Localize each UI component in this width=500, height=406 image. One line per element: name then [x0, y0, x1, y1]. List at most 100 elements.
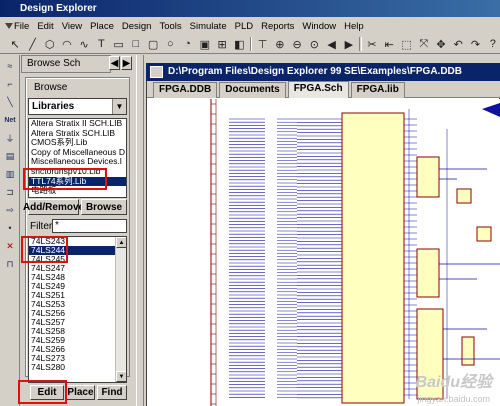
ic-symbol	[461, 336, 475, 366]
highlight-component-box	[21, 236, 68, 263]
line-icon[interactable]: ╱	[25, 37, 39, 52]
menu-view[interactable]: View	[62, 21, 82, 32]
document-tabs: FPGA.DDB Documents FPGA.Sch FPGA.lib	[147, 81, 500, 98]
port-icon[interactable]: ⇨	[3, 203, 17, 217]
paste-icon[interactable]: ⇤	[382, 37, 396, 52]
filter-input[interactable]: *	[52, 219, 127, 233]
junction-icon[interactable]: •	[3, 221, 17, 235]
library-item[interactable]: Copy of Miscellaneous D	[29, 148, 126, 158]
left-tool-strip: ≈ ⌐ ╲ Net ⏚ ▤ ▥ ⊐ ⇨ • ✕ ⊓	[0, 55, 20, 406]
menu-window[interactable]: Window	[302, 21, 336, 32]
polygon-icon[interactable]: ⬡	[43, 37, 57, 52]
pie-icon[interactable]: ◔	[181, 37, 195, 52]
library-item[interactable]: Miscellaneous Devices.l	[29, 157, 126, 167]
panel-prev-icon[interactable]: ◀	[109, 56, 120, 70]
no-erc-icon[interactable]: ✕	[3, 239, 17, 253]
menu-pld[interactable]: PLD	[235, 21, 253, 32]
panel-tab-browse-sch[interactable]: Browse Sch	[21, 55, 111, 73]
menu-design[interactable]: Design	[122, 21, 152, 32]
text-icon[interactable]: T	[94, 37, 108, 52]
browse-group-label: Browse	[32, 82, 70, 93]
add-remove-button[interactable]: Add/Remove	[23, 199, 84, 215]
pcb-layout-icon[interactable]: ⊓	[3, 257, 17, 271]
highlight-library-box	[23, 168, 107, 190]
menu-reports[interactable]: Reports	[261, 21, 294, 32]
menu-bar: File Edit View Place Design Tools Simula…	[0, 17, 500, 35]
arc-icon[interactable]: ◠	[60, 37, 74, 52]
select-arrow-icon[interactable]: ↖	[8, 37, 22, 52]
component-item[interactable]: 74LS280	[29, 363, 126, 372]
menu-simulate[interactable]: Simulate	[190, 21, 227, 32]
menu-edit[interactable]: Edit	[37, 21, 53, 32]
menu-file[interactable]: File	[14, 21, 29, 32]
app-title: Design Explorer	[0, 0, 500, 17]
browse-button[interactable]: Browse	[81, 199, 127, 215]
left-bus-wires	[229, 118, 297, 398]
panel-next-icon[interactable]: ▶	[121, 56, 132, 70]
sheet-border-ticks	[211, 103, 216, 405]
watermark-url: jingyan.baidu.com	[417, 394, 490, 404]
port-symbol	[482, 103, 500, 117]
scroll-up-icon[interactable]: ▲	[116, 237, 126, 248]
power-port-icon[interactable]: ⏚	[3, 131, 17, 145]
zoom-out-icon[interactable]: ⊖	[290, 37, 304, 52]
sheet-entry-icon[interactable]: ⊐	[3, 185, 17, 199]
bus-entry-icon[interactable]: ╲	[3, 95, 17, 109]
highlight-edit-box	[18, 380, 67, 404]
library-item[interactable]: CMOS系列.Lib	[29, 138, 126, 148]
fpga-chip-symbol	[341, 112, 405, 404]
undo-icon[interactable]: ↶	[451, 37, 465, 52]
textframe-icon[interactable]: ▭	[112, 37, 126, 52]
image-icon[interactable]: ▣	[198, 37, 212, 52]
browse-type-select[interactable]: Libraries ▼	[28, 98, 127, 115]
round-rect-icon[interactable]: ▢	[146, 37, 160, 52]
watermark-logo: Baidu经验	[415, 374, 492, 391]
component-next-icon[interactable]: ▶	[342, 37, 356, 52]
scroll-down-icon[interactable]: ▼	[116, 371, 126, 382]
tab-fpga-lib[interactable]: FPGA.lib	[350, 82, 405, 98]
menu-help[interactable]: Help	[344, 21, 364, 32]
component-prev-icon[interactable]: ◀	[324, 37, 338, 52]
schematic-canvas[interactable]: Baidu经验 jingyan.baidu.com	[147, 99, 500, 406]
redo-icon[interactable]: ↷	[468, 37, 482, 52]
netlabel-icon[interactable]: Net	[3, 113, 17, 127]
pin-icon[interactable]: ⊤	[255, 37, 269, 52]
ellipse-icon[interactable]: ○	[163, 37, 177, 52]
document-icon	[150, 66, 163, 78]
tab-fpga-sch[interactable]: FPGA.Sch	[287, 81, 349, 98]
rectangle-icon[interactable]: □	[129, 37, 143, 52]
move-icon[interactable]: ✥	[434, 37, 448, 52]
toolbar-separator	[249, 37, 253, 51]
library-item[interactable]: Altera Stratix II SCH.LIB	[29, 119, 126, 129]
place-button[interactable]: Place	[66, 385, 95, 400]
component-scrollbar[interactable]: ▲ ▼	[115, 237, 126, 382]
cut-icon[interactable]: ✂	[365, 37, 379, 52]
sheet-symbol-icon[interactable]: ▥	[3, 167, 17, 181]
tab-fpga-ddb[interactable]: FPGA.DDB	[153, 82, 218, 98]
zoom-fit-icon[interactable]: ⊙	[307, 37, 321, 52]
bus-icon[interactable]: ⌐	[3, 77, 17, 91]
drawing-toolbar: ↖ ╱ ⬡ ◠ ∿ T ▭ □ ▢ ○ ◔ ▣ ⊞ ◧ ⊤ ⊕ ⊖ ⊙ ◀ ▶ …	[0, 35, 500, 54]
wire-icon[interactable]: ≈	[3, 59, 17, 73]
chevron-down-icon[interactable]: ▼	[112, 99, 126, 114]
schematic-drawing	[210, 99, 500, 406]
help-icon[interactable]: ?	[486, 37, 500, 52]
browse-type-value: Libraries	[32, 101, 75, 112]
part-icon[interactable]: ▤	[3, 149, 17, 163]
ic-symbol	[476, 226, 492, 242]
find-button[interactable]: Find	[97, 385, 127, 400]
filter-label: Filter	[30, 221, 53, 232]
menu-place[interactable]: Place	[90, 21, 114, 32]
select-area-icon[interactable]: ⬚	[399, 37, 413, 52]
array-icon[interactable]: ⊞	[215, 37, 229, 52]
curve-icon[interactable]: ∿	[77, 37, 91, 52]
tab-documents[interactable]: Documents	[219, 82, 286, 98]
ic-symbol	[456, 188, 472, 204]
panel-splitter[interactable]	[136, 55, 144, 406]
library-item[interactable]: Altera Stratix SCH.LIB	[29, 129, 126, 139]
zoom-in-icon[interactable]: ⊕	[273, 37, 287, 52]
deselect-icon[interactable]: ⤧	[417, 37, 431, 52]
menu-tools[interactable]: Tools	[159, 21, 181, 32]
component-icon[interactable]: ◧	[232, 37, 246, 52]
toolbar-separator	[358, 37, 362, 51]
